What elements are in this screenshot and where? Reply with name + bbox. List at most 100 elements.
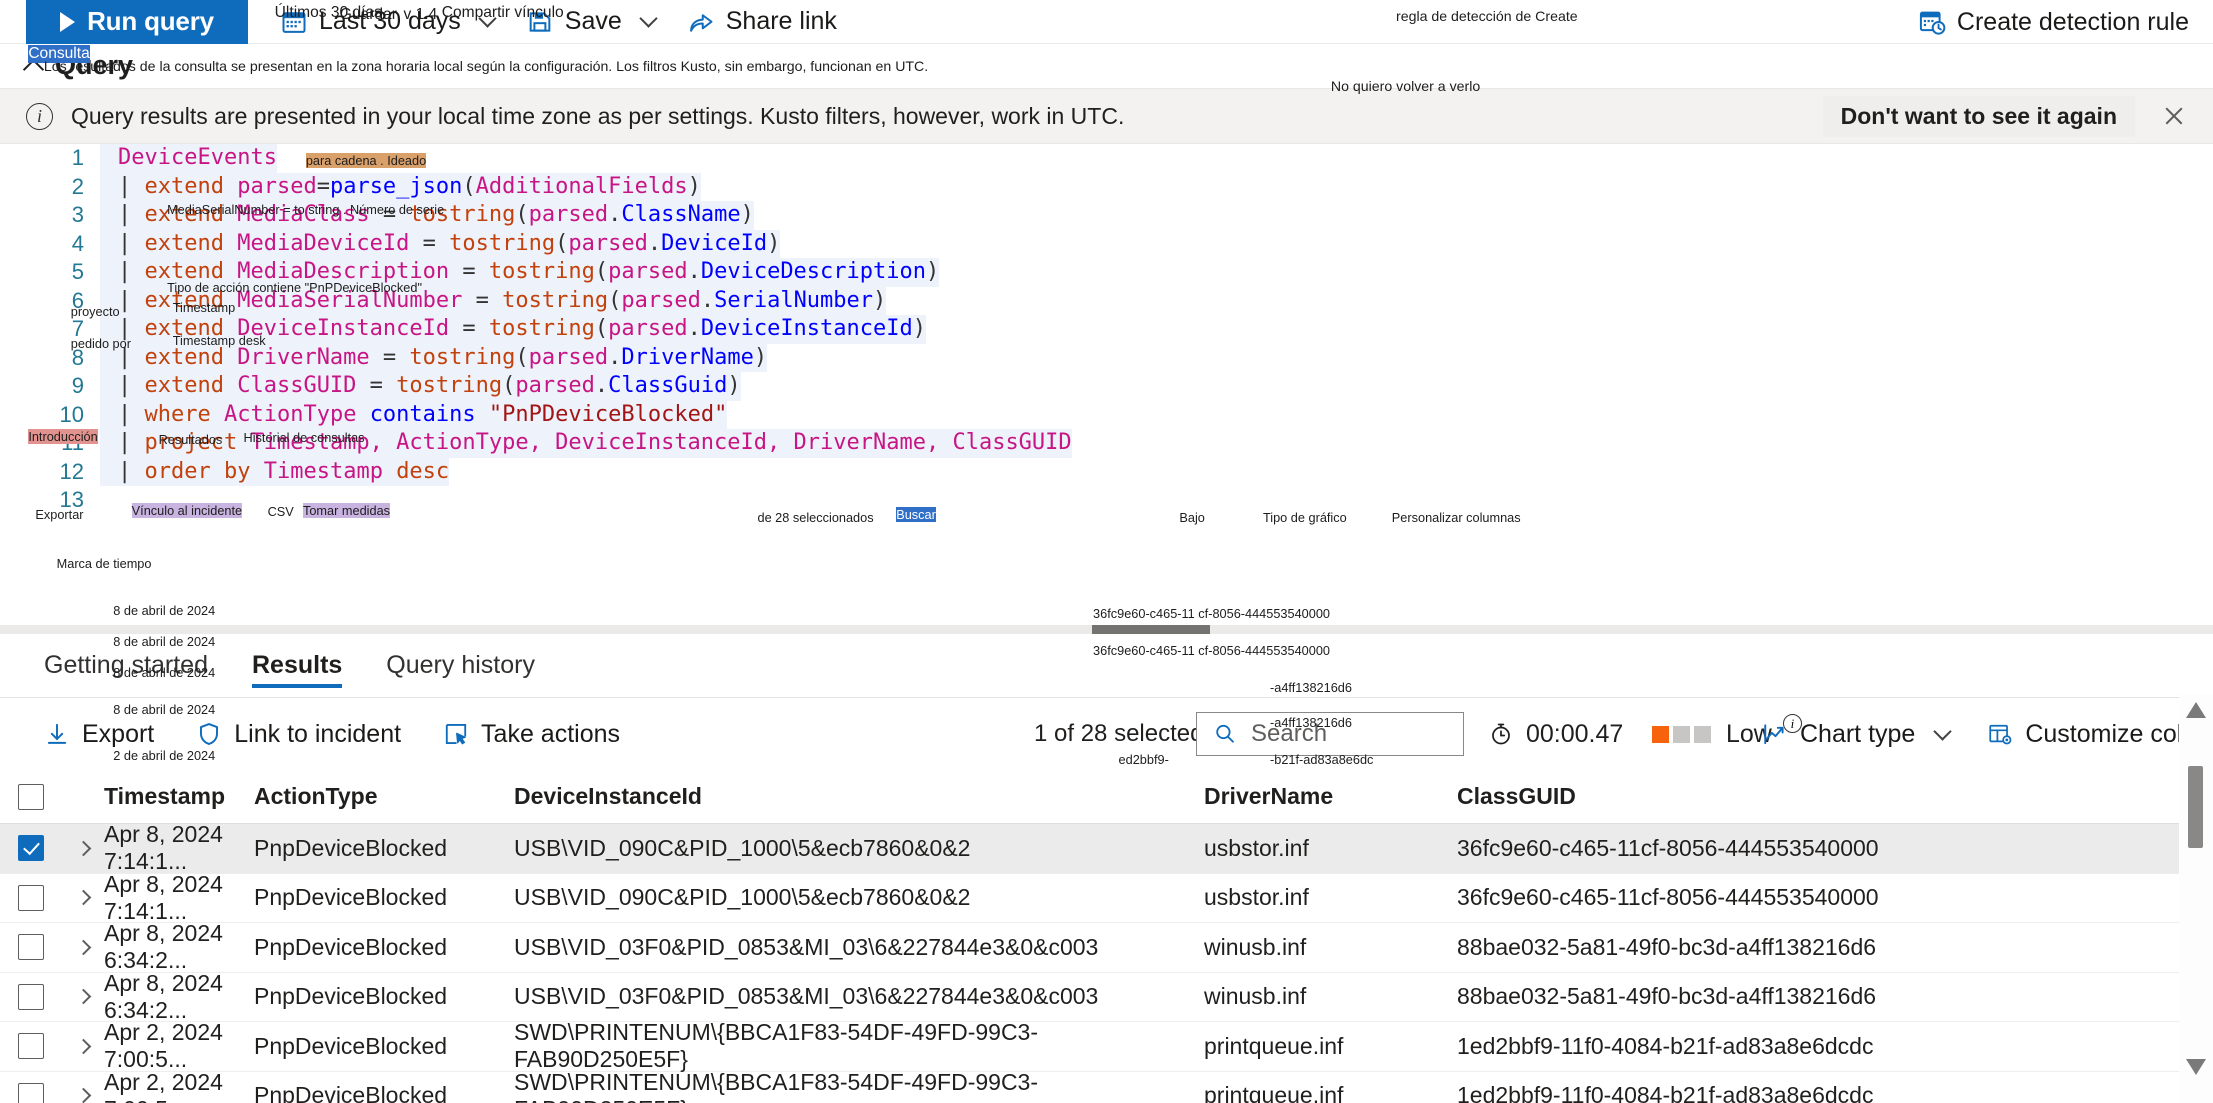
cell-timestamp: Apr 8, 2024 7:14:1... <box>104 870 223 924</box>
row-expand-button[interactable] <box>62 889 104 906</box>
run-query-button[interactable]: Run query <box>26 0 248 44</box>
elapsed-time-value: 00:00.47 <box>1526 719 1624 748</box>
cell-timestamp: Apr 8, 2024 6:34:2... <box>104 920 223 974</box>
column-header-drivername[interactable]: DriverName <box>1204 783 1457 810</box>
run-query-label: Run query <box>87 6 214 36</box>
row-select-checkbox[interactable] <box>0 835 62 862</box>
code-line[interactable]: 8 | extend DriverName = tostring(parsed.D… <box>0 343 2213 372</box>
cell-deviceinstanceid: USB\VID_03F0&PID_0853&MI_03\6&227844e3&0… <box>514 933 1099 960</box>
code-line-number: 11 <box>61 430 84 455</box>
code-line-text: | extend DriverName = tostring(parsed.Dr… <box>100 343 768 372</box>
select-all-checkbox[interactable] <box>0 783 62 810</box>
column-header-timestamp[interactable]: Timestamp <box>104 783 254 810</box>
code-line[interactable]: 2 | extend parsed=parse_json(AdditionalFi… <box>0 172 2213 201</box>
checkbox-unchecked-icon[interactable] <box>18 934 44 961</box>
search-input[interactable]: Search <box>1196 712 1464 756</box>
cell-classguid: 1ed2bbf9-11f0-4084-b21f-ad83a8e6dcdc <box>1457 1082 1874 1103</box>
table-row[interactable]: Apr 8, 2024 7:14:1... PnpDeviceBlocked USB… <box>0 870 2179 924</box>
row-expand-button[interactable] <box>62 939 104 956</box>
row-select-checkbox[interactable] <box>0 1033 62 1060</box>
tab-results[interactable]: Results <box>251 634 343 698</box>
row-select-checkbox[interactable] <box>0 934 62 961</box>
dismiss-forever-button[interactable]: Don't want to see it again <box>1822 95 2135 137</box>
cell-actiontype: PnpDeviceBlocked <box>254 983 448 1010</box>
column-header-deviceinstanceid[interactable]: DeviceInstanceId <box>514 783 1204 810</box>
info-banner: i Query results are presented in your lo… <box>0 88 2213 144</box>
checkbox-checked-icon[interactable] <box>18 835 44 862</box>
checkbox-unchecked-icon[interactable] <box>18 1033 44 1060</box>
code-line-text: | extend MediaDeviceId = tostring(parsed… <box>100 229 781 258</box>
query-section-header[interactable]: Query <box>22 50 134 81</box>
table-row[interactable]: Apr 8, 2024 6:34:2... PnpDeviceBlocked USB… <box>0 970 2179 1023</box>
code-line[interactable]: 4 | extend MediaDeviceId = tostring(parse… <box>0 229 2213 258</box>
code-line[interactable]: 5 | extend MediaDescription = tostring(pa… <box>0 258 2213 287</box>
code-line-text: | extend DeviceInstanceId = tostring(par… <box>100 315 927 344</box>
take-actions-button[interactable]: Take actions <box>443 720 620 749</box>
cell-classguid: 88bae032-5a81-49f0-bc3d-a4ff138216d6 <box>1457 983 1877 1010</box>
checkbox-unchecked-icon[interactable] <box>18 783 44 810</box>
code-line-number: 8 <box>71 344 84 370</box>
results-vertical-scrollbar[interactable] <box>2179 694 2213 1103</box>
chevron-right-icon[interactable] <box>75 988 91 1005</box>
checkbox-unchecked-icon[interactable] <box>18 884 44 911</box>
triangle-down-icon[interactable] <box>2186 1059 2206 1075</box>
row-expand-button[interactable] <box>62 988 104 1005</box>
calendar-clock-icon <box>1918 8 1946 36</box>
share-link-button[interactable]: Share link <box>687 7 837 36</box>
search-placeholder: Search <box>1251 720 1328 747</box>
save-button[interactable]: Save <box>526 7 658 36</box>
code-line-number: 4 <box>71 230 84 256</box>
tab-getting-started[interactable]: Getting started <box>44 634 208 698</box>
row-select-checkbox[interactable] <box>0 983 62 1010</box>
scrollbar-thumb[interactable] <box>2188 766 2203 848</box>
time-range-picker[interactable]: Last 30 days <box>280 7 497 36</box>
chevron-right-icon[interactable] <box>75 939 91 956</box>
row-expand-button[interactable] <box>62 1038 104 1055</box>
chevron-right-icon[interactable] <box>75 1087 91 1103</box>
checkbox-unchecked-icon[interactable] <box>18 1082 44 1103</box>
row-expand-button[interactable] <box>62 1087 104 1103</box>
results-table: Timestamp ActionType DeviceInstanceId Dr… <box>0 770 2179 1103</box>
table-row[interactable]: Apr 2, 2024 7:00:5... PnpDeviceBlocked SWD… <box>0 1069 2179 1103</box>
cell-drivername: winusb.inf <box>1204 933 1307 960</box>
chevron-right-icon[interactable] <box>75 889 91 906</box>
code-line-number: 3 <box>71 202 84 227</box>
cell-drivername: usbstor.inf <box>1204 884 1309 911</box>
code-line[interactable]: 6 | extend MediaSerialNumber = tostring(p… <box>0 286 2213 315</box>
code-line[interactable]: 10 | where ActionType contains "PnPDevice… <box>0 400 2213 429</box>
column-header-actiontype[interactable]: ActionType <box>254 783 514 810</box>
chart-type-button[interactable]: Chart type <box>1762 720 1953 749</box>
kql-query-editor[interactable]: 1 DeviceEvents 2 | extend parsed=parse_json… <box>0 144 2213 622</box>
chevron-right-icon[interactable] <box>75 1038 91 1055</box>
row-select-checkbox[interactable] <box>0 884 62 911</box>
close-icon[interactable] <box>2161 103 2187 129</box>
cell-classguid: 36fc9e60-c465-11cf-8056-444553540000 <box>1457 884 1879 911</box>
code-line[interactable]: 3 | extend MediaClass = tostring(parsed.C… <box>0 201 2213 230</box>
table-row[interactable]: Apr 8, 2024 7:14:1... PnpDeviceBlocked USB… <box>0 821 2179 874</box>
column-header-classguid[interactable]: ClassGUID <box>1457 783 2179 810</box>
checkbox-unchecked-icon[interactable] <box>18 983 44 1010</box>
code-line-number: 5 <box>71 259 84 284</box>
export-button[interactable]: Export <box>44 720 154 749</box>
code-line-text: | extend MediaSerialNumber = tostring(pa… <box>100 286 887 315</box>
code-line[interactable]: 1 DeviceEvents <box>0 144 2213 173</box>
chevron-up-icon[interactable] <box>22 58 45 80</box>
chevron-right-icon[interactable] <box>75 840 91 857</box>
page-title: Query <box>55 50 134 80</box>
row-select-checkbox[interactable] <box>0 1082 62 1103</box>
table-row[interactable]: Apr 8, 2024 6:34:2... PnpDeviceBlocked USB… <box>0 920 2179 974</box>
code-line[interactable]: 11 | project Timestamp, ActionType, Devic… <box>0 429 2213 458</box>
link-to-incident-button[interactable]: Link to incident <box>196 720 401 749</box>
triangle-up-icon[interactable] <box>2186 702 2206 718</box>
code-line[interactable]: 12 | order by Timestamp desc <box>0 457 2213 486</box>
code-line[interactable]: 7 | extend DeviceInstanceId = tostring(pa… <box>0 315 2213 344</box>
create-detection-rule-button[interactable]: Create detection rule <box>1918 8 2189 37</box>
link-to-incident-label: Link to incident <box>234 719 402 748</box>
stopwatch-icon <box>1488 721 1514 747</box>
code-line[interactable]: 9 | extend ClassGUID = tostring(parsed.Cl… <box>0 372 2213 401</box>
row-expand-button[interactable] <box>62 840 104 857</box>
splitter-grip[interactable] <box>1092 625 1210 634</box>
table-row[interactable]: Apr 2, 2024 7:00:5... PnpDeviceBlocked SWD… <box>0 1019 2179 1072</box>
code-line[interactable]: 13 <box>0 486 2213 515</box>
tab-query-history[interactable]: Query history <box>386 634 535 698</box>
